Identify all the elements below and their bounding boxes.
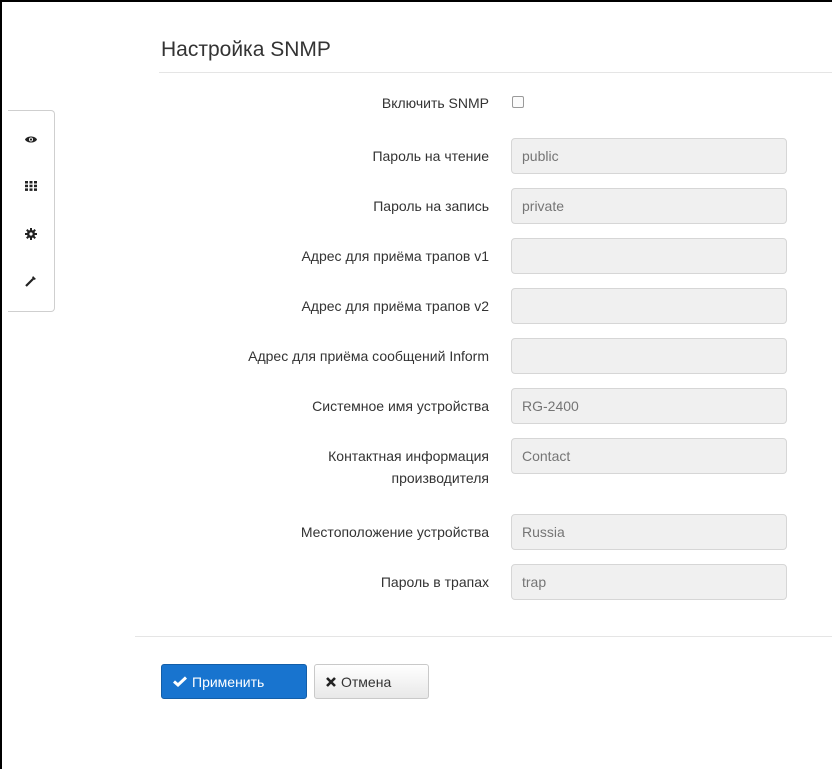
cancel-button-label: Отмена xyxy=(341,673,392,690)
trap-v1-input[interactable] xyxy=(511,238,787,274)
enable-snmp-checkbox[interactable] xyxy=(512,96,524,108)
apply-button-label: Применить xyxy=(192,673,265,690)
form-divider xyxy=(135,636,832,637)
enable-snmp-label: Включить SNMP xyxy=(381,95,489,111)
apply-button[interactable]: Применить xyxy=(161,664,307,699)
read-password-label: Пароль на чтение xyxy=(372,148,489,164)
wand-icon[interactable] xyxy=(8,266,54,296)
contact-label: Контактная информация производителя xyxy=(328,448,489,486)
sys-name-label: Системное имя устройства xyxy=(312,398,489,414)
check-icon xyxy=(173,676,187,687)
write-password-label: Пароль на запись xyxy=(373,198,489,214)
inform-input[interactable] xyxy=(511,338,787,374)
sys-name-input[interactable] xyxy=(511,388,787,424)
sidebar xyxy=(8,110,55,312)
trap-password-label: Пароль в трапах xyxy=(380,574,489,590)
window-frame-left xyxy=(0,0,2,769)
write-password-input[interactable] xyxy=(511,188,787,224)
trap-v2-label: Адрес для приёма трапов v2 xyxy=(301,298,489,314)
trap-v2-input[interactable] xyxy=(511,288,787,324)
inform-label: Адрес для приёма сообщений Inform xyxy=(248,348,489,364)
close-icon xyxy=(326,676,336,687)
trap-v1-label: Адрес для приёма трапов v1 xyxy=(301,248,489,264)
page-title: Настройка SNMP xyxy=(161,38,331,61)
cancel-button[interactable]: Отмена xyxy=(314,664,429,699)
eye-icon[interactable] xyxy=(8,124,54,154)
location-label: Местоположение устройства xyxy=(300,524,489,540)
read-password-input[interactable] xyxy=(511,138,787,174)
trap-password-input[interactable] xyxy=(511,564,787,600)
gear-icon[interactable] xyxy=(8,219,54,249)
grid-icon[interactable] xyxy=(8,171,54,201)
window-frame-top xyxy=(0,0,832,2)
location-input[interactable] xyxy=(511,514,787,550)
title-divider xyxy=(159,72,832,73)
contact-input[interactable] xyxy=(511,438,787,474)
